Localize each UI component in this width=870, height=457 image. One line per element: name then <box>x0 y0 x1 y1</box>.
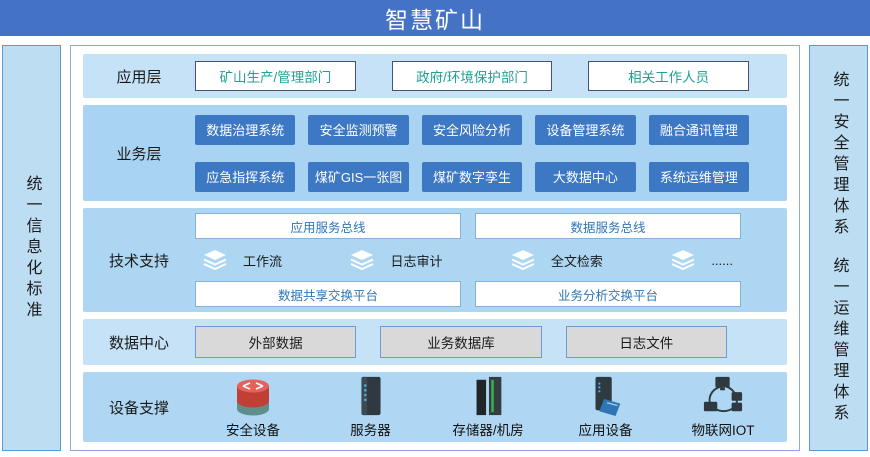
platform-business-analysis: 业务分析交换平台 <box>475 281 741 307</box>
service-buses: 应用服务总线 数据服务总线 <box>195 213 741 239</box>
right-pillar-label-ops: 统一运维管理体系 <box>831 257 847 425</box>
diagram-body: 统一信息化标准 应用层 矿山生产/管理部门 政府/环境保护部门 相关工作人员 业… <box>2 45 868 451</box>
business-box-data-governance: 数据治理系统 <box>195 115 295 145</box>
middleware-row: 工作流 日志审计 全文检索 ...... <box>195 248 741 272</box>
middleware-ellipsis: ...... <box>671 250 733 270</box>
storage-icon <box>470 375 506 417</box>
server-icon <box>354 375 388 417</box>
middleware-fulltext-search: 全文检索 <box>511 250 603 270</box>
device-item-server: 服务器 <box>323 375 419 439</box>
layer-application-label: 应用层 <box>83 66 195 87</box>
middleware-label: ...... <box>711 253 733 268</box>
business-box-emergency-command: 应急指挥系统 <box>195 162 295 192</box>
bus-app-service: 应用服务总线 <box>195 213 461 239</box>
exchange-platforms: 数据共享交换平台 业务分析交换平台 <box>195 281 741 307</box>
application-box-mine-production: 矿山生产/管理部门 <box>195 61 356 91</box>
middleware-label: 工作流 <box>243 251 282 270</box>
business-box-digital-twin: 煤矿数字孪生 <box>422 162 522 192</box>
tech-support-content: 应用服务总线 数据服务总线 工作流 日志审计 <box>195 213 787 307</box>
device-label: 服务器 <box>350 419 391 439</box>
business-box-big-data-center: 大数据中心 <box>535 162 635 192</box>
layer-tech-support-label: 技术支持 <box>83 250 195 271</box>
platform-data-sharing: 数据共享交换平台 <box>195 281 461 307</box>
device-label: 存储器/机房 <box>452 419 523 439</box>
app-device-icon <box>586 375 626 417</box>
layers-icon <box>350 250 374 270</box>
title-banner: 智慧矿山 <box>0 0 870 36</box>
device-label: 物联网IOT <box>692 419 755 439</box>
device-item-application: 应用设备 <box>558 375 654 439</box>
business-box-ops-management: 系统运维管理 <box>649 162 749 192</box>
left-pillar: 统一信息化标准 <box>2 45 61 451</box>
business-box-device-management: 设备管理系统 <box>535 115 635 145</box>
business-box-risk-analysis: 安全风险分析 <box>422 115 522 145</box>
application-box-government: 政府/环境保护部门 <box>392 61 553 91</box>
middleware-label: 日志审计 <box>390 251 442 270</box>
layer-device-support: 设备支撑 安全设备 <box>83 372 787 442</box>
right-pillar-label-security: 统一安全管理体系 <box>831 71 847 239</box>
right-pillar: 统一安全管理体系 统一运维管理体系 <box>809 45 868 451</box>
layer-device-support-label: 设备支撑 <box>83 397 195 418</box>
device-item-storage: 存储器/机房 <box>440 375 536 439</box>
data-center-box-external-data: 外部数据 <box>195 326 356 358</box>
layer-business: 业务层 数据治理系统 安全监测预警 安全风险分析 设备管理系统 融合通讯管理 应… <box>83 105 787 201</box>
layer-data-center-label: 数据中心 <box>83 332 195 353</box>
layers-icon <box>511 250 535 270</box>
device-item-iot: 物联网IOT <box>675 375 771 439</box>
business-box-gis-map: 煤矿GIS一张图 <box>308 162 408 192</box>
main-panel: 应用层 矿山生产/管理部门 政府/环境保护部门 相关工作人员 业务层 数据治理系… <box>70 45 800 451</box>
iot-icon <box>699 375 747 417</box>
business-box-comm-management: 融合通讯管理 <box>649 115 749 145</box>
data-center-box-business-db: 业务数据库 <box>380 326 541 358</box>
device-item-security: 安全设备 <box>205 375 301 439</box>
bus-data-service: 数据服务总线 <box>475 213 741 239</box>
layer-application: 应用层 矿山生产/管理部门 政府/环境保护部门 相关工作人员 <box>83 54 787 98</box>
layer-business-label: 业务层 <box>83 143 195 164</box>
device-items: 安全设备 服务器 <box>195 375 787 439</box>
left-pillar-label: 统一信息化标准 <box>24 175 40 322</box>
data-center-boxes: 外部数据 业务数据库 日志文件 <box>195 326 787 358</box>
layers-icon <box>671 250 695 270</box>
middleware-workflow: 工作流 <box>203 250 282 270</box>
application-box-related-staff: 相关工作人员 <box>588 61 749 91</box>
business-row-1: 数据治理系统 安全监测预警 安全风险分析 设备管理系统 融合通讯管理 <box>195 115 749 145</box>
data-center-box-log-files: 日志文件 <box>566 326 727 358</box>
security-device-icon <box>229 375 277 417</box>
device-label: 应用设备 <box>579 419 633 439</box>
business-systems: 数据治理系统 安全监测预警 安全风险分析 设备管理系统 融合通讯管理 应急指挥系… <box>195 115 787 192</box>
device-label: 安全设备 <box>226 419 280 439</box>
business-box-safety-monitoring: 安全监测预警 <box>308 115 408 145</box>
layer-tech-support: 技术支持 应用服务总线 数据服务总线 工作流 日志审计 <box>83 208 787 312</box>
business-row-2: 应急指挥系统 煤矿GIS一张图 煤矿数字孪生 大数据中心 系统运维管理 <box>195 162 749 192</box>
application-boxes: 矿山生产/管理部门 政府/环境保护部门 相关工作人员 <box>195 61 787 91</box>
middleware-label: 全文检索 <box>551 251 603 270</box>
middleware-log-audit: 日志审计 <box>350 250 442 270</box>
layers-icon <box>203 250 227 270</box>
layer-data-center: 数据中心 外部数据 业务数据库 日志文件 <box>83 319 787 365</box>
smart-mine-architecture-diagram: 智慧矿山 统一信息化标准 应用层 矿山生产/管理部门 政府/环境保护部门 相关工… <box>0 0 870 451</box>
page-title: 智慧矿山 <box>385 1 485 35</box>
